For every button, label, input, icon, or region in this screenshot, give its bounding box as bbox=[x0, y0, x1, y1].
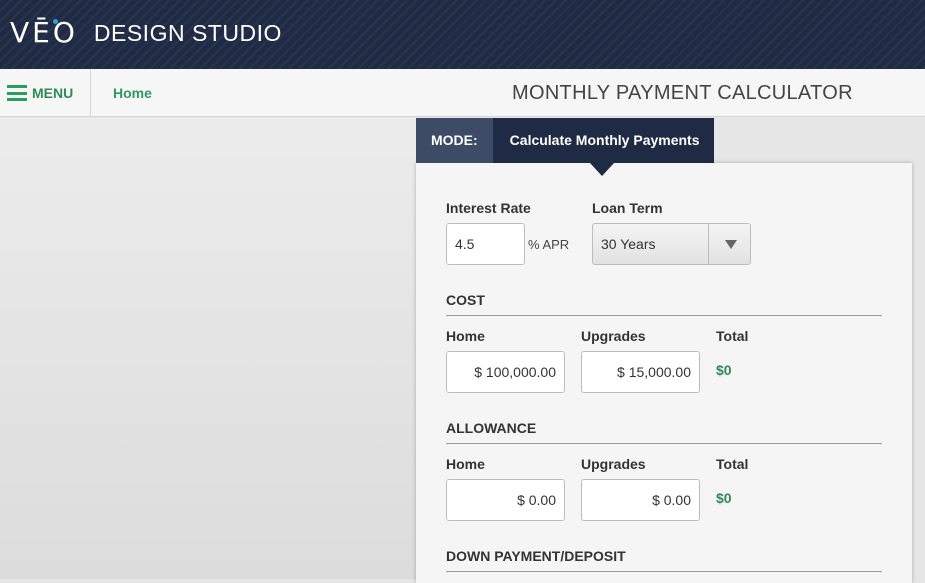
left-pane bbox=[0, 118, 416, 579]
allowance-upgrades-label: Upgrades bbox=[581, 456, 646, 472]
interest-rate-label: Interest Rate bbox=[446, 200, 531, 216]
allowance-upgrades-input[interactable] bbox=[581, 479, 700, 521]
menu-label: MENU bbox=[32, 85, 74, 101]
loan-term-select[interactable]: 30 Years bbox=[592, 223, 751, 265]
cost-total-label: Total bbox=[716, 328, 749, 344]
chevron-down-icon bbox=[725, 240, 737, 249]
logo-dot-icon bbox=[53, 19, 58, 24]
mode-pointer-icon bbox=[589, 163, 614, 176]
logo-mark: VĒO bbox=[10, 16, 78, 49]
cost-home-input[interactable] bbox=[446, 351, 565, 393]
cost-home-label: Home bbox=[446, 328, 485, 344]
interest-rate-input[interactable] bbox=[446, 223, 525, 265]
cost-upgrades-input[interactable] bbox=[581, 351, 700, 393]
loan-term-value: 30 Years bbox=[601, 236, 656, 252]
allowance-heading: ALLOWANCE bbox=[446, 420, 882, 444]
nav-bar: MENU Home MONTHLY PAYMENT CALCULATOR bbox=[0, 69, 925, 117]
calculator-panel: Interest Rate % APR Loan Term 30 Years C… bbox=[416, 163, 912, 583]
allowance-home-label: Home bbox=[446, 456, 485, 472]
dropdown-button[interactable] bbox=[708, 224, 750, 264]
down-payment-heading: DOWN PAYMENT/DEPOSIT bbox=[446, 548, 882, 572]
hamburger-icon bbox=[7, 85, 27, 101]
cost-total-value: $0 bbox=[716, 362, 732, 378]
loan-term-label: Loan Term bbox=[592, 200, 663, 216]
mode-label: MODE: bbox=[416, 118, 493, 163]
cost-upgrades-label: Upgrades bbox=[581, 328, 646, 344]
logo-subtitle: DESIGN STUDIO bbox=[93, 20, 282, 46]
cost-heading: COST bbox=[446, 292, 882, 316]
mode-selector[interactable]: Calculate Monthly Payments bbox=[492, 118, 714, 176]
menu-button[interactable]: MENU bbox=[0, 69, 91, 117]
brand-logo[interactable]: VĒO DESIGN STUDIO bbox=[10, 18, 282, 48]
allowance-total-label: Total bbox=[716, 456, 749, 472]
mode-value: Calculate Monthly Payments bbox=[509, 132, 700, 148]
page-title: MONTHLY PAYMENT CALCULATOR bbox=[512, 82, 853, 104]
top-header: VĒO DESIGN STUDIO bbox=[0, 0, 925, 69]
apr-unit: % APR bbox=[528, 237, 570, 252]
allowance-total-value: $0 bbox=[716, 490, 732, 506]
mode-bar: MODE: Calculate Monthly Payments bbox=[416, 118, 714, 176]
breadcrumb-home[interactable]: Home bbox=[113, 69, 152, 117]
allowance-home-input[interactable] bbox=[446, 479, 565, 521]
